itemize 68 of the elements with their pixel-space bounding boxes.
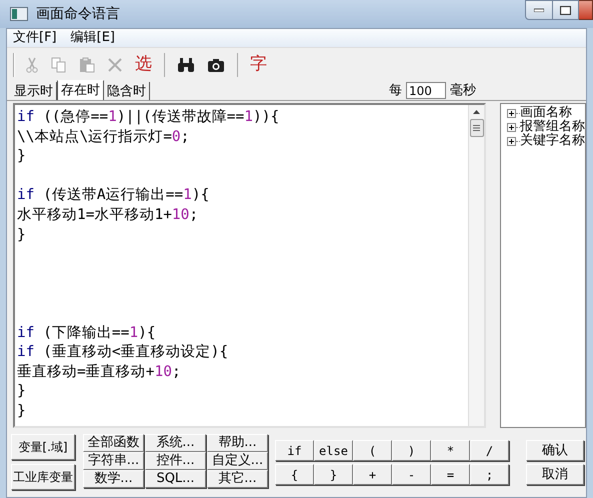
close-icon xyxy=(107,56,123,72)
operator-button[interactable]: if xyxy=(275,440,314,461)
toolbar-button[interactable]: 字 xyxy=(248,52,269,78)
dialog-button[interactable]: 确认 xyxy=(526,440,584,461)
function-button[interactable]: 字符串... xyxy=(83,452,144,470)
operator-button[interactable]: ; xyxy=(470,464,509,485)
tree-item[interactable]: 关键字名称 xyxy=(520,134,585,148)
operator-button[interactable]: / xyxy=(470,440,509,461)
code-line: 水平移动1=水平移动1+10; xyxy=(17,206,198,223)
interval-unit: 毫秒 xyxy=(450,82,476,100)
operator-button[interactable]: ( xyxy=(353,440,392,461)
code-line: \\本站点\运行指示灯=0; xyxy=(17,128,190,145)
function-button[interactable]: 控件... xyxy=(145,452,206,470)
maximize-icon xyxy=(560,6,571,14)
function-button[interactable]: 系统... xyxy=(145,434,206,452)
interval-field[interactable]: 100 xyxy=(406,82,446,99)
scrollbar[interactable] xyxy=(468,105,484,426)
code-line: } xyxy=(17,148,26,164)
operator-button[interactable]: } xyxy=(314,464,353,485)
function-button[interactable]: 其它... xyxy=(207,470,268,488)
interval-label: 每 xyxy=(389,82,402,100)
operator-button[interactable]: + xyxy=(353,464,392,485)
code-line: if (传送带A运行输出==1){ xyxy=(17,187,210,204)
operator-button[interactable]: * xyxy=(431,440,470,461)
menu-item[interactable]: 编辑[E] xyxy=(70,28,115,48)
code-line: if (下降输出==1){ xyxy=(17,324,156,341)
code-line: if ((急停==1)||(传送带故障==1)){ xyxy=(17,109,280,125)
operator-button[interactable]: - xyxy=(392,464,431,485)
operator-button[interactable]: ) xyxy=(392,440,431,461)
tab[interactable]: 存在时 xyxy=(57,80,104,100)
scroll-thumb[interactable] xyxy=(470,119,484,137)
function-button[interactable]: 自定义... xyxy=(207,452,268,470)
copy-icon xyxy=(51,56,67,72)
function-button[interactable]: SQL... xyxy=(145,470,206,488)
variable-button[interactable]: 变量[.域] xyxy=(11,434,75,460)
app-icon xyxy=(10,7,28,21)
function-button[interactable]: 全部函数 xyxy=(83,434,144,452)
binoculars-icon xyxy=(177,56,195,72)
minimize-button[interactable] xyxy=(525,0,553,20)
grip-icon xyxy=(473,125,480,131)
function-button[interactable]: 帮助... xyxy=(207,434,268,452)
tree-item[interactable]: 画面名称 xyxy=(520,106,572,120)
code-line: } xyxy=(17,383,26,400)
dialog-button[interactable]: 取消 xyxy=(526,464,584,485)
minimize-icon xyxy=(534,8,544,12)
menu-item[interactable]: 文件[F] xyxy=(13,28,57,48)
tree-item[interactable]: 报警组名称 xyxy=(520,120,585,134)
function-button[interactable]: 数学... xyxy=(83,470,144,488)
expand-icon[interactable] xyxy=(507,136,516,146)
expand-icon[interactable] xyxy=(507,122,516,132)
maximize-button[interactable] xyxy=(553,0,579,20)
code-line: } xyxy=(17,226,26,243)
operator-button[interactable]: { xyxy=(275,464,314,485)
scissors-icon xyxy=(25,56,39,72)
toolbar-button[interactable]: 选 xyxy=(133,52,154,78)
code-line: } xyxy=(17,402,26,419)
expand-icon[interactable] xyxy=(507,108,516,118)
code-line: 垂直移动=垂直移动+10; xyxy=(17,364,181,380)
code-editor[interactable]: if ((急停==1)||(传送带故障==1)){ \\本站点\运行指示灯=0; } if (传送带A运行输出==1){ 水平移动1=水平移动1+10; } if (下降输出==1){ if (垂直移动<垂直移动设定){ 垂直移动=垂直移动+10; } } xyxy=(13,103,486,428)
variable-button[interactable]: 工业库变量 xyxy=(11,464,75,490)
window-title: 画面命令语言 xyxy=(36,4,120,24)
code-line: if (垂直移动<垂直移动设定){ xyxy=(17,344,228,360)
paste-icon xyxy=(79,56,95,72)
camera-icon xyxy=(207,56,225,72)
operator-button[interactable]: else xyxy=(314,440,353,461)
operator-button[interactable]: = xyxy=(431,464,470,485)
close-button[interactable] xyxy=(579,0,593,20)
tab[interactable]: 显示时 xyxy=(11,82,57,100)
